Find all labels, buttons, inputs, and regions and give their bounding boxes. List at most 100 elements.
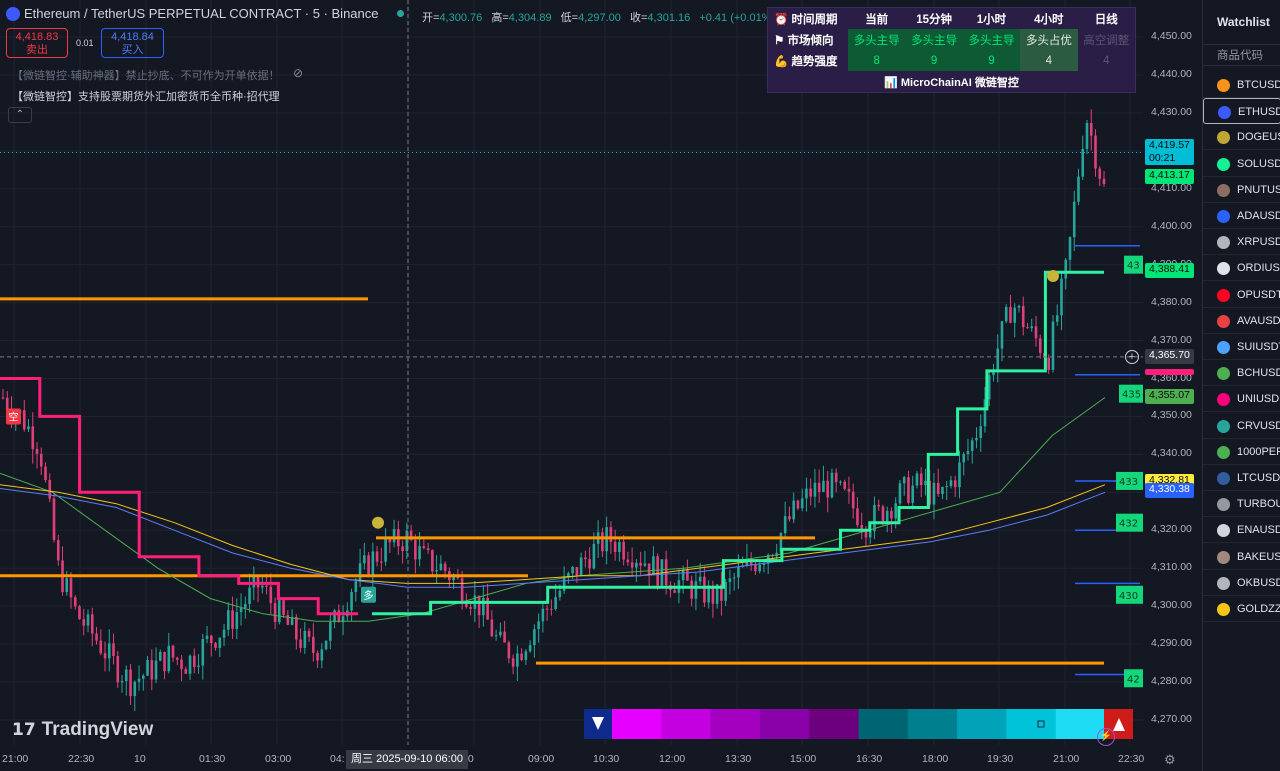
price-chart-canvas[interactable]: 空多 43 435 433 432 430 42 — [0, 0, 1200, 771]
watchlist-column-header[interactable]: 商品代码 — [1203, 44, 1280, 66]
indicator-note: 【微链智控】支持股票期货外汇加密货币全币种·招代理 — [12, 91, 280, 103]
coin-icon — [1217, 367, 1230, 381]
candle-body — [392, 529, 396, 543]
watchlist-title[interactable]: Watchlist — [1217, 15, 1270, 29]
price-tick-label: 4,350.00 — [1151, 409, 1192, 422]
watchlist-item[interactable]: TURBOU — [1203, 491, 1280, 518]
sell-button[interactable]: 4,418.83 卖出 — [6, 28, 68, 58]
candle-body — [103, 653, 107, 659]
strength-label: 趋势强度 — [791, 55, 838, 68]
strength-1d: 4 — [1103, 54, 1110, 67]
watchlist-item[interactable]: DOGEUS — [1203, 124, 1280, 151]
watchlist-item[interactable]: PNUTUS — [1203, 177, 1280, 203]
candle-body — [171, 645, 175, 658]
candle-body — [673, 590, 676, 593]
watchlist-item[interactable]: LTCUSDT — [1203, 465, 1280, 491]
lightning-icon[interactable]: ⚡ — [1097, 728, 1115, 746]
candle-body — [95, 633, 98, 641]
watchlist-item[interactable]: ORDIUS — [1203, 255, 1280, 282]
settings-gear-icon[interactable]: ⚙ — [1164, 752, 1176, 768]
low-key: 低= — [560, 12, 579, 24]
candle-body — [1, 397, 5, 399]
candle-body — [1081, 149, 1085, 177]
candle-body — [460, 578, 464, 603]
candle-body — [941, 486, 944, 495]
candle-body — [554, 597, 557, 610]
candle-body — [996, 348, 1000, 372]
price-axis-label-value: 4,355.07 — [1149, 389, 1190, 402]
high-key: 高= — [491, 12, 509, 24]
symbol-title[interactable]: Ethereum / TetherUS PERPETUAL CONTRACT ·… — [24, 6, 379, 21]
watchlist-item[interactable]: BTCUSD — [1203, 72, 1280, 98]
candle-body — [507, 642, 511, 659]
trend-15m: 多头主导 — [905, 29, 963, 50]
candle-body — [124, 669, 128, 681]
watchlist-item[interactable]: OKBUSD — [1203, 570, 1280, 596]
candle-body — [35, 448, 39, 454]
watchlist-item[interactable]: ENAUSD — [1203, 517, 1280, 544]
candle-body — [643, 563, 647, 566]
watchlist-item[interactable]: SUIUSDT — [1203, 334, 1280, 360]
coin-icon — [1217, 262, 1230, 276]
price-tick-label: 4,320.00 — [1151, 523, 1192, 536]
coin-icon — [1217, 79, 1230, 92]
candle-body — [469, 607, 472, 609]
candle-body — [511, 658, 515, 667]
watchlist-item[interactable]: BCHUSD — [1203, 360, 1280, 387]
watchlist-item[interactable]: 1000PEP — [1203, 439, 1280, 465]
candle-body — [31, 426, 35, 449]
candle-body — [860, 525, 863, 530]
candle-body — [545, 608, 549, 610]
watchlist-item[interactable]: UNIUSD — [1203, 386, 1280, 413]
price-tick-label: 4,270.00 — [1151, 713, 1192, 725]
candle-body — [367, 555, 370, 576]
candle-body — [809, 488, 812, 497]
time-tick-label: 04: — [330, 753, 345, 765]
ethereum-logo-icon — [6, 6, 20, 21]
price-axis-label: 4,419.57 00:21 — [1145, 139, 1194, 166]
candle-body — [146, 660, 149, 676]
watchlist-item[interactable]: CRVUSD — [1203, 413, 1280, 439]
col-1h: 1小时 — [976, 13, 1007, 26]
symbol-header[interactable]: Ethereum / TetherUS PERPETUAL CONTRACT ·… — [6, 6, 404, 21]
candle-body — [273, 603, 277, 623]
watchlist-item[interactable]: ETHUSD — [1203, 98, 1280, 125]
watchlist-item[interactable]: GOLDZZ — [1203, 596, 1280, 622]
candle-body — [494, 635, 498, 637]
collapse-legend-button[interactable]: ⌃ — [8, 107, 32, 123]
candle-body — [316, 652, 319, 661]
candle-body — [388, 538, 392, 543]
watchlist-symbol: BCHUSD — [1237, 367, 1280, 380]
price-tick-label: 4,340.00 — [1151, 447, 1192, 460]
time-tick-label: 13:30 — [725, 753, 752, 765]
eye-hidden-icon[interactable]: ⊘ — [293, 66, 303, 80]
candle-body — [915, 473, 919, 486]
timeframe-header: 时间周期 — [791, 13, 838, 26]
watchlist-item[interactable]: SOLUSD — [1203, 151, 1280, 177]
watchlist-symbol: UNIUSD — [1237, 393, 1280, 406]
time-tick-label: 01:30 — [199, 753, 226, 765]
candle-body — [516, 653, 519, 667]
watchlist-symbol: ETHUSD — [1238, 106, 1280, 119]
coin-icon — [1217, 288, 1230, 302]
add-alert-plus-icon[interactable]: + — [1125, 350, 1139, 364]
candle-body — [222, 629, 226, 638]
candle-body — [979, 426, 983, 438]
candle-body — [375, 551, 379, 562]
tradingview-watermark[interactable]: 𝟭𝟳 TradingView — [12, 719, 153, 741]
candle-body — [65, 578, 69, 593]
candle-body — [44, 466, 47, 481]
candle-body — [1000, 321, 1004, 349]
watchlist-item[interactable]: ADAUSD — [1203, 203, 1280, 229]
watchlist-item[interactable]: OPUSDT — [1203, 282, 1280, 308]
candle-body — [320, 649, 324, 661]
candle-body — [188, 655, 192, 674]
candle-body — [133, 681, 137, 697]
candle-body — [732, 577, 736, 579]
candle-body — [163, 651, 166, 672]
buy-button[interactable]: 4,418.84 买入 — [101, 28, 164, 58]
coin-icon — [1217, 314, 1230, 328]
watchlist-item[interactable]: XRPUSD — [1203, 229, 1280, 256]
watchlist-item[interactable]: BAKEUS — [1203, 544, 1280, 570]
watchlist-item[interactable]: AVAUSDT — [1203, 308, 1280, 334]
